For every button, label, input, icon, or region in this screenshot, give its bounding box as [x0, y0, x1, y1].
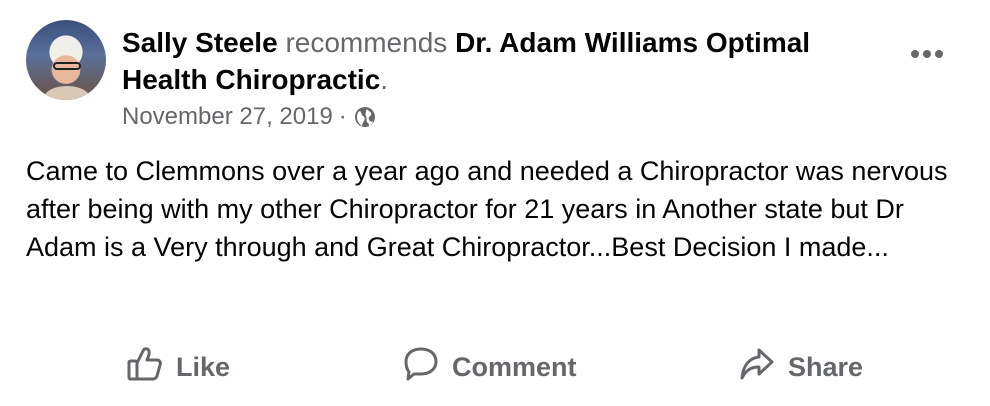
share-label: Share — [788, 351, 864, 382]
like-label: Like — [176, 351, 231, 382]
more-options-button[interactable] — [906, 40, 948, 70]
ellipsis-icon — [909, 46, 945, 64]
post-body: Came to Clemmons over a year ago and nee… — [26, 156, 948, 262]
like-button[interactable]: Like — [126, 340, 230, 394]
header-period: . — [380, 64, 389, 95]
recommendation-post: Sally Steele recommends Dr. Adam William… — [0, 0, 990, 406]
avatar-glasses — [53, 62, 81, 70]
post-date[interactable]: November 27, 2019 — [122, 101, 333, 133]
comment-label: Comment — [452, 351, 577, 382]
globe-icon[interactable] — [353, 105, 377, 129]
meta-separator: · — [338, 103, 347, 130]
post-header: Sally Steele recommends Dr. Adam William… — [122, 24, 882, 98]
author-avatar[interactable] — [26, 20, 106, 100]
comment-button[interactable]: Comment — [402, 340, 577, 394]
speech-bubble-icon — [402, 345, 452, 390]
share-button[interactable]: Share — [738, 340, 863, 394]
share-arrow-icon — [738, 345, 788, 390]
post-meta: November 27, 2019 · — [122, 101, 377, 133]
author-name[interactable]: Sally Steele — [122, 27, 278, 58]
action-bar: Like Comment Share — [0, 340, 990, 394]
recommends-label: recommends — [285, 27, 448, 58]
avatar-shirt — [44, 86, 90, 100]
thumbs-up-icon — [126, 345, 176, 390]
